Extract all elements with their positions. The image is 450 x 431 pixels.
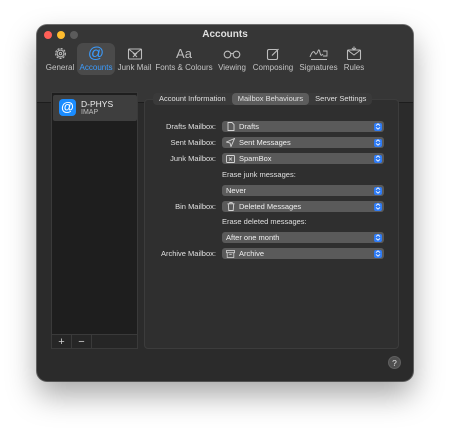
erase-deleted-popup[interactable]: After one month	[222, 232, 384, 243]
toolbar-viewing[interactable]: Viewing	[215, 43, 249, 75]
toolbar-fonts-colours[interactable]: Aa Fonts & Colours	[154, 43, 214, 75]
at-icon: @	[87, 45, 105, 62]
junk-mail-icon	[127, 45, 143, 62]
chevron-up-down-icon	[374, 138, 382, 147]
sent-mailbox-label: Sent Mailbox:	[170, 138, 216, 147]
junk-mailbox-label: Junk Mailbox:	[170, 154, 216, 163]
trash-icon	[226, 202, 235, 211]
toolbar-composing[interactable]: Composing	[250, 43, 296, 75]
bin-mailbox-row: Bin Mailbox: Deleted Messages	[145, 201, 400, 213]
archive-mailbox-row: Archive Mailbox: Archive	[145, 248, 400, 260]
fonts-icon: Aa	[176, 46, 192, 61]
drafts-mailbox-label: Drafts Mailbox:	[165, 122, 216, 131]
toolbar-label: Accounts	[79, 63, 113, 72]
help-button[interactable]: ?	[388, 356, 401, 369]
tab-account-information[interactable]: Account Information	[153, 93, 232, 105]
compose-icon	[266, 45, 280, 62]
toolbar-label: Junk Mail	[117, 63, 152, 72]
signature-icon	[309, 45, 329, 62]
sent-mailbox-value: Sent Messages	[239, 138, 291, 147]
archive-mailbox-value: Archive	[239, 249, 265, 258]
tab-mailbox-behaviours[interactable]: Mailbox Behaviours	[231, 93, 310, 105]
rules-icon	[346, 45, 362, 62]
drafts-mailbox-value: Drafts	[239, 122, 260, 131]
sent-mailbox-row: Sent Mailbox: Sent Messages	[145, 137, 400, 149]
account-at-icon: @	[59, 99, 76, 116]
archive-box-icon	[226, 249, 235, 258]
tab-server-settings[interactable]: Server Settings	[309, 93, 372, 105]
chevron-up-down-icon	[374, 249, 382, 258]
sent-mailbox-popup[interactable]: Sent Messages	[222, 137, 384, 148]
erase-junk-popup[interactable]: Never	[222, 185, 384, 196]
toolbar-accounts[interactable]: @ Accounts	[77, 43, 115, 75]
account-type: IMAP	[81, 109, 99, 116]
chevron-up-down-icon	[374, 122, 382, 131]
add-account-button[interactable]: +	[52, 335, 72, 348]
drafts-mailbox-popup[interactable]: Drafts	[222, 121, 384, 132]
drafts-mailbox-row: Drafts Mailbox: Drafts	[145, 121, 400, 133]
accounts-window: Accounts General @ Accounts Junk Mail Aa	[37, 25, 413, 381]
gear-icon	[53, 45, 68, 62]
account-tabs: Account Information Mailbox Behaviours S…	[153, 93, 373, 105]
bin-mailbox-value: Deleted Messages	[239, 202, 302, 211]
chevron-up-down-icon	[374, 233, 382, 242]
account-item-d-phys[interactable]: @ D-PHYS IMAP	[53, 95, 137, 121]
remove-account-button[interactable]: −	[72, 335, 92, 348]
toolbar-rules[interactable]: Rules	[341, 43, 367, 75]
erase-deleted-label: Erase deleted messages:	[222, 217, 307, 226]
toolbar-junk-mail[interactable]: Junk Mail	[116, 43, 153, 75]
toolbar-label: Fonts & Colours	[155, 63, 213, 72]
accounts-sidebar: @ D-PHYS IMAP + −	[51, 92, 138, 349]
paper-plane-icon	[226, 138, 235, 147]
junk-mailbox-value: SpamBox	[239, 154, 272, 163]
glasses-icon	[223, 45, 241, 62]
archive-mailbox-popup[interactable]: Archive	[222, 248, 384, 259]
account-name: D-PHYS	[81, 99, 114, 109]
toolbar-label: Rules	[343, 63, 365, 72]
toolbar-general[interactable]: General	[44, 43, 76, 75]
toolbar-label: Composing	[252, 63, 294, 72]
mailbox-behaviours-panel: Drafts Mailbox: Drafts Sent Mailbox: Sen…	[144, 99, 399, 349]
junk-mailbox-row: Junk Mailbox: SpamBox	[145, 153, 400, 165]
archive-mailbox-label: Archive Mailbox:	[160, 249, 216, 258]
toolbar-label: Signatures	[299, 63, 338, 72]
preferences-toolbar: General @ Accounts Junk Mail Aa Fonts & …	[44, 43, 368, 75]
bin-mailbox-label: Bin Mailbox:	[175, 202, 216, 211]
erase-junk-row: Never	[145, 185, 400, 197]
bin-mailbox-popup[interactable]: Deleted Messages	[222, 201, 384, 212]
chevron-up-down-icon	[374, 202, 382, 211]
junk-tray-icon	[226, 154, 235, 163]
erase-junk-label: Erase junk messages:	[222, 170, 296, 179]
toolbar-label: General	[45, 63, 75, 72]
erase-junk-value: Never	[226, 186, 247, 195]
toolbar-signatures[interactable]: Signatures	[297, 43, 340, 75]
sidebar-footer: + −	[52, 334, 137, 348]
chevron-up-down-icon	[374, 186, 382, 195]
junk-mailbox-popup[interactable]: SpamBox	[222, 153, 384, 164]
window-title: Accounts	[202, 29, 248, 40]
erase-deleted-row: After one month	[145, 232, 400, 244]
document-icon	[226, 122, 235, 131]
erase-deleted-value: After one month	[226, 233, 280, 242]
toolbar-label: Viewing	[218, 63, 246, 72]
chevron-up-down-icon	[374, 154, 382, 163]
